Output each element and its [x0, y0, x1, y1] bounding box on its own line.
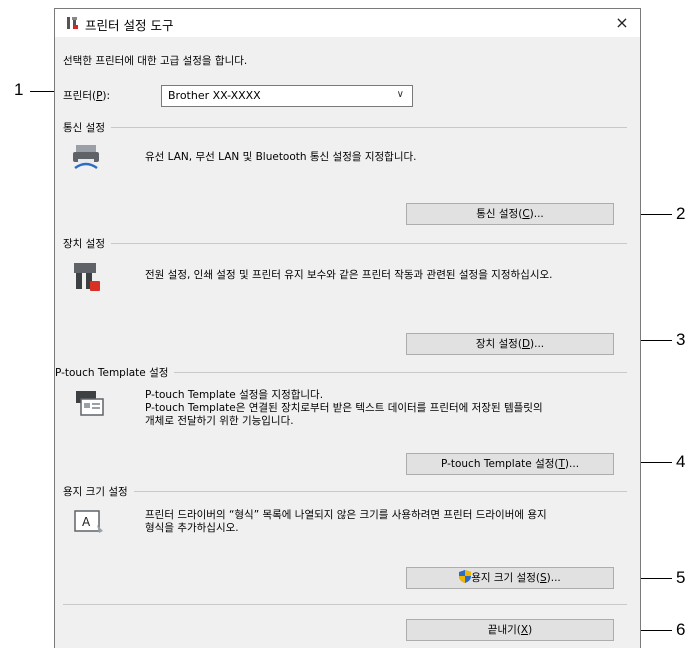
- callout-3: 3: [676, 330, 686, 349]
- printer-label: 프린터(P):: [63, 90, 111, 102]
- template-description-1: P-touch Template 설정을 지정합니다.: [145, 389, 324, 401]
- callout-2: 2: [676, 204, 686, 223]
- callout-6: 6: [676, 620, 686, 639]
- paper-divider: [63, 491, 627, 492]
- device-tools-icon: [74, 263, 100, 291]
- svg-text:A: A: [82, 515, 91, 529]
- comm-divider: [63, 127, 627, 128]
- comm-settings-button[interactable]: 통신 설정(C)...: [406, 203, 614, 225]
- device-description: 전원 설정, 인쇄 설정 및 프린터 유지 보수와 같은 프린터 작동과 관련된…: [145, 269, 553, 281]
- callout-5: 5: [676, 568, 686, 587]
- exit-button[interactable]: 끝내기(X): [406, 619, 614, 641]
- comm-heading: 통신 설정: [63, 120, 111, 135]
- callout-4: 4: [676, 452, 686, 471]
- tools-icon: [67, 17, 78, 29]
- device-heading: 장치 설정: [63, 236, 111, 251]
- device-settings-button[interactable]: 장치 설정(D)...: [406, 333, 614, 355]
- printer-select-value: Brother XX-XXXX: [168, 89, 261, 102]
- printer-select[interactable]: Brother XX-XXXX ∨: [161, 85, 413, 107]
- title-bar[interactable]: 프린터 설정 도구 ×: [55, 9, 640, 37]
- intro-text: 선택한 프린터에 대한 고급 설정을 합니다.: [63, 55, 248, 67]
- exit-divider: [63, 604, 627, 605]
- paper-size-settings-button[interactable]: 용지 크기 설정(S)...: [406, 567, 614, 589]
- template-icon: [76, 391, 104, 416]
- callout-1: 1: [14, 80, 24, 99]
- template-heading: P-touch Template 설정: [55, 365, 175, 380]
- paper-description-1: 프린터 드라이버의 “형식” 목록에 나열되지 않은 크기를 사용하려면 프린터…: [145, 509, 547, 521]
- shield-icon: [459, 570, 472, 583]
- close-button[interactable]: ×: [608, 11, 636, 35]
- comm-description: 유선 LAN, 무선 LAN 및 Bluetooth 통신 설정을 지정합니다.: [145, 151, 417, 163]
- chevron-down-icon: ∨: [396, 89, 404, 100]
- paper-description-2: 형식을 추가하십시오.: [145, 522, 239, 534]
- network-printer-icon: [73, 145, 99, 170]
- template-description-3: 개체로 전달하기 위한 기능입니다.: [145, 415, 294, 427]
- paper-size-icon: A: [74, 510, 103, 533]
- paper-heading: 용지 크기 설정: [63, 484, 134, 499]
- printer-settings-window: 프린터 설정 도구 × 선택한 프린터에 대한 고급 설정을 합니다. 프린터(…: [54, 8, 641, 648]
- template-settings-button[interactable]: P-touch Template 설정(T)...: [406, 453, 614, 475]
- device-divider: [63, 243, 627, 244]
- window-title: 프린터 설정 도구: [85, 18, 174, 33]
- template-description-2: P-touch Template은 연결된 장치로부터 받은 텍스트 데이터를 …: [145, 402, 543, 414]
